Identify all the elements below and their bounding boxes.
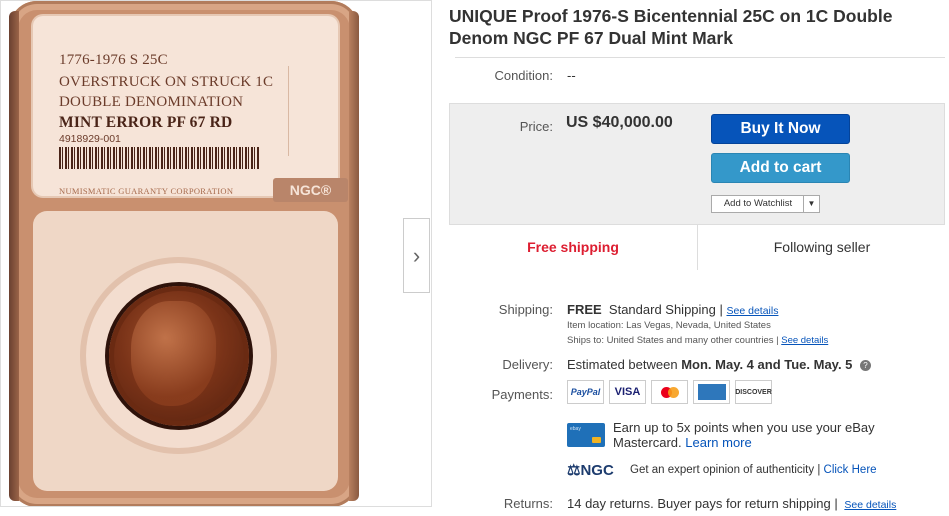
ebay-mastercard-icon: ebay — [567, 423, 605, 447]
card-offer-line-2: Mastercard. — [613, 435, 682, 450]
ships-to-text: Ships to: United States and many other c… — [567, 335, 779, 346]
delivery-label: Delivery: — [502, 357, 553, 372]
slab-edge-right — [349, 11, 359, 501]
slab-ngc-logo: NGC® — [273, 178, 348, 202]
delivery-range: Mon. May. 4 and Tue. May. 5 — [681, 357, 853, 372]
learn-more-link[interactable]: Learn more — [685, 435, 751, 450]
returns-label: Returns: — [503, 496, 553, 511]
condition-label: Condition: — [494, 68, 553, 83]
price-value: US $40,000.00 — [566, 114, 673, 131]
shipping-bar: Free shipping Following seller — [449, 224, 945, 270]
coin-portrait — [131, 301, 216, 406]
click-here-link[interactable]: Click Here — [824, 464, 877, 476]
condition-value: -- — [567, 68, 576, 83]
card-offer-line-1: Earn up to 5x points when you use your e… — [613, 420, 875, 435]
discover-text: DISCOVER — [735, 388, 772, 396]
ngc-logo-text: NGC — [580, 462, 614, 479]
next-image-button[interactable]: › — [403, 218, 430, 293]
shipping-label: Shipping: — [498, 302, 553, 317]
listing-title: UNIQUE Proof 1976-S Bicentennial 25C on … — [449, 6, 893, 48]
slab-edge-left — [9, 11, 19, 501]
chevron-down-icon[interactable]: ▼ — [803, 196, 819, 212]
slab-barcode — [59, 147, 259, 169]
discover-icon: DISCOVER — [735, 380, 772, 404]
ships-to-see-details-link[interactable]: See details — [781, 335, 828, 346]
shipping-see-details-link[interactable]: See details — [727, 305, 779, 317]
payments-label: Payments: — [491, 387, 553, 402]
returns-value: 14 day returns. Buyer pays for return sh… — [567, 496, 896, 511]
slab-label: 1776-1976 S 25C OVERSTRUCK ON STRUCK 1C … — [33, 16, 348, 202]
item-photo-panel[interactable]: 1776-1976 S 25C OVERSTRUCK ON STRUCK 1C … — [0, 0, 432, 507]
scale-watermark — [288, 66, 344, 156]
ships-to: Ships to: United States and many other c… — [567, 335, 828, 346]
amex-icon — [693, 380, 730, 404]
add-to-cart-button[interactable]: Add to cart — [711, 153, 850, 183]
chevron-right-icon: › — [412, 242, 421, 268]
label-line-2: OVERSTRUCK ON STRUCK 1C — [59, 74, 274, 90]
ngc-logo: ⚖NGC — [567, 461, 614, 479]
mastercard-icon — [651, 380, 688, 404]
visa-icon: VISA — [609, 380, 646, 404]
following-seller-button[interactable]: Following seller — [697, 225, 946, 270]
shipping-value: FREE Standard Shipping | See details — [567, 302, 778, 317]
add-to-watchlist-button[interactable]: Add to Watchlist ▼ — [711, 195, 820, 213]
buy-it-now-button[interactable]: Buy It Now — [711, 114, 850, 144]
delivery-value: Estimated between Mon. May. 4 and Tue. M… — [567, 357, 872, 372]
item-location: Item location: Las Vegas, Nevada, United… — [567, 320, 771, 331]
label-line-1: 1776-1976 S 25C — [59, 52, 168, 68]
ngc-scale-icon: ⚖ — [567, 462, 581, 479]
free-shipping-badge: Free shipping — [527, 239, 619, 255]
ngc-authenticity: Get an expert opinion of authenticity | … — [630, 464, 877, 476]
card-offer: Earn up to 5x points when you use your e… — [613, 420, 875, 450]
card-brand-text: ebay — [570, 426, 581, 432]
shipping-method: Standard Shipping | — [608, 302, 723, 317]
label-line-4: MINT ERROR PF 67 RD — [59, 114, 233, 131]
ngc-text: Get an expert opinion of authenticity | — [630, 464, 821, 476]
visa-text: VISA — [614, 386, 641, 398]
label-line-3: DOUBLE DENOMINATION — [59, 94, 244, 110]
returns-text: 14 day returns. Buyer pays for return sh… — [567, 496, 838, 511]
price-label: Price: — [519, 119, 553, 134]
returns-see-details-link[interactable]: See details — [844, 499, 896, 511]
delivery-prefix: Estimated between — [567, 357, 678, 372]
shipping-free: FREE — [567, 302, 602, 317]
paypal-icon: PayPal — [567, 380, 604, 404]
paypal-text: PayPal — [570, 387, 601, 397]
watchlist-label: Add to Watchlist — [723, 198, 793, 209]
slab-serial: 4918929-001 — [59, 133, 121, 145]
title-divider — [455, 57, 945, 58]
question-circle-icon[interactable]: ? — [860, 360, 872, 372]
card-chip — [592, 437, 601, 443]
slab-corp-name: NUMISMATIC GUARANTY CORPORATION — [59, 186, 234, 196]
